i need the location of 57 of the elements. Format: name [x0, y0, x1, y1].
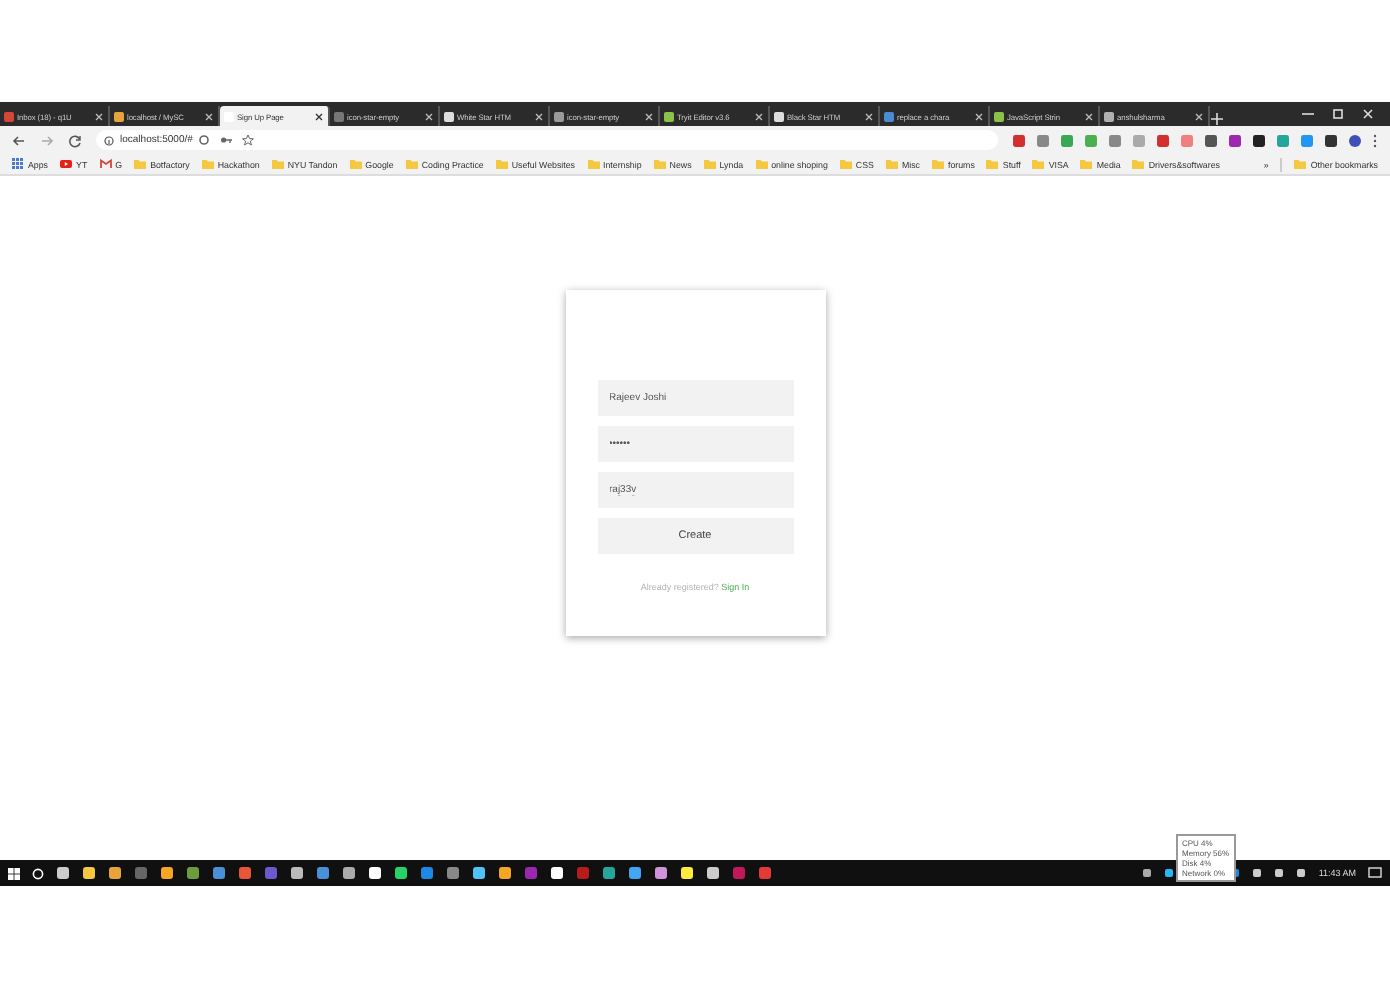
folder-icon [495, 158, 508, 170]
close-icon[interactable] [974, 111, 984, 121]
folder-icon [839, 158, 852, 170]
favicon-icon [664, 111, 674, 121]
mail-icon [99, 158, 112, 170]
close-icon[interactable] [754, 111, 764, 121]
folder-icon [134, 158, 147, 170]
menu-icon[interactable] [1372, 133, 1378, 147]
close-icon[interactable] [1194, 111, 1204, 121]
apps-icon [12, 158, 24, 170]
folder-icon [653, 158, 666, 170]
reload-icon[interactable] [68, 133, 82, 147]
favicon-icon [114, 111, 124, 121]
folder-icon [349, 158, 362, 170]
folder-icon [201, 158, 214, 170]
favicon-icon [884, 111, 894, 121]
close-icon[interactable] [314, 111, 324, 121]
folder-icon [1294, 158, 1307, 170]
close-icon[interactable] [644, 111, 654, 121]
profile-icon[interactable] [1348, 133, 1362, 147]
back-icon[interactable] [12, 133, 26, 147]
folder-icon [885, 158, 898, 170]
video-icon [60, 158, 73, 170]
favicon-icon [1104, 111, 1114, 121]
folder-icon [405, 158, 418, 170]
favicon-icon [4, 111, 14, 121]
close-icon[interactable] [204, 111, 214, 121]
location-icon[interactable] [198, 134, 211, 146]
close-icon[interactable] [424, 111, 434, 121]
favicon-icon [554, 111, 564, 121]
close-icon[interactable] [534, 111, 544, 121]
close-icon[interactable] [1084, 111, 1094, 121]
close-icon[interactable] [94, 111, 104, 121]
folder-icon [1032, 158, 1045, 170]
folder-icon [931, 158, 944, 170]
key-icon[interactable] [220, 134, 233, 146]
close-icon[interactable] [864, 111, 874, 121]
folder-icon [271, 158, 284, 170]
folder-icon [986, 158, 999, 170]
folder-icon [755, 158, 768, 170]
favicon-icon [224, 111, 234, 121]
folder-icon [587, 158, 599, 170]
favicon-icon [994, 111, 1004, 121]
info-icon [104, 135, 114, 145]
windows-start-icon[interactable] [8, 867, 20, 879]
restore-icon[interactable] [1332, 108, 1344, 120]
notifications-icon[interactable] [1368, 866, 1382, 880]
favicon-icon [444, 111, 454, 121]
search-icon[interactable] [32, 867, 44, 879]
favicon-icon [334, 111, 344, 121]
favicon-icon [774, 111, 784, 121]
folder-icon [703, 158, 716, 170]
star-icon[interactable] [242, 134, 255, 146]
new-tab-icon[interactable] [1210, 112, 1224, 126]
folder-icon [1132, 158, 1145, 170]
minimize-icon[interactable] [1302, 108, 1314, 120]
folder-icon [1080, 158, 1093, 170]
